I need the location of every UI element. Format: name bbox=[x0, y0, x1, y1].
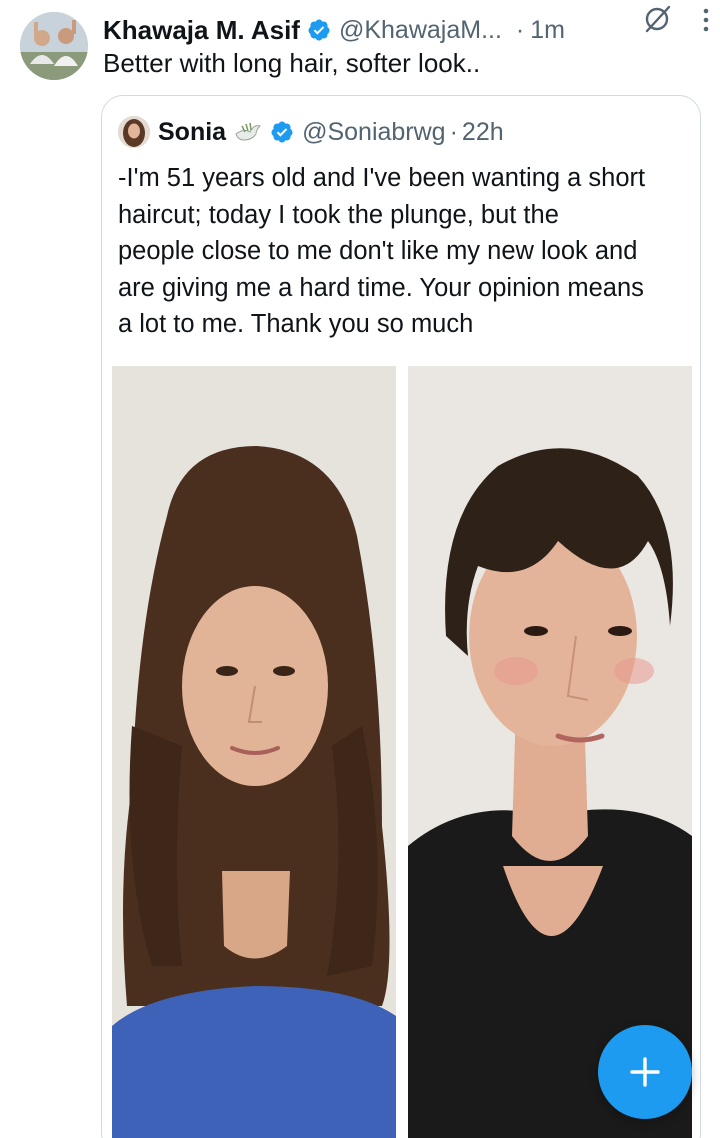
quoted-tweet-header: Sonia @Soniabrwg · 22h bbox=[118, 114, 504, 150]
photo-short-hair[interactable] bbox=[408, 366, 692, 1138]
author-name[interactable]: Khawaja M. Asif bbox=[103, 15, 300, 46]
quoted-text-line: are giving me a hard time. Your opinion … bbox=[118, 273, 644, 302]
grok-icon[interactable] bbox=[642, 4, 672, 34]
tweet-text: Better with long hair, softer look.. bbox=[103, 48, 481, 78]
author-handle[interactable]: @KhawajaM... bbox=[339, 16, 502, 45]
quoted-tweet-text: -I'm 51 years old and I've been wanting … bbox=[118, 160, 698, 343]
quoted-tweet-time[interactable]: 22h bbox=[462, 118, 504, 147]
quoted-author-handle[interactable]: @Soniabrwg bbox=[302, 118, 446, 147]
quoted-tweet[interactable]: Sonia @Soniabrwg · 22h -I'm 51 years old… bbox=[101, 95, 701, 1138]
tweet-time[interactable]: 1m bbox=[530, 16, 565, 45]
separator-dot: · bbox=[449, 117, 458, 146]
quoted-text-line: -I'm 51 years old and I've been wanting … bbox=[118, 164, 646, 192]
plus-icon bbox=[630, 1057, 660, 1087]
quoted-tweet-media[interactable] bbox=[112, 366, 692, 1138]
quoted-author-name[interactable]: Sonia bbox=[158, 118, 226, 147]
quoted-text-line: haircut; today I took the plunge, but th… bbox=[118, 200, 559, 229]
tweet-header: Khawaja M. Asif @KhawajaM... · 1m bbox=[103, 12, 700, 48]
more-vertical-icon[interactable] bbox=[696, 6, 716, 34]
photo-long-hair[interactable] bbox=[112, 366, 396, 1138]
separator-dot: · bbox=[515, 15, 525, 44]
quoted-author-avatar[interactable] bbox=[118, 116, 150, 148]
verified-badge-icon bbox=[271, 121, 293, 143]
tweet[interactable]: Khawaja M. Asif @KhawajaM... · 1m Better… bbox=[0, 0, 720, 1138]
verified-badge-icon bbox=[308, 19, 330, 41]
quoted-text-line: people close to me don't like my new loo… bbox=[118, 237, 638, 265]
dove-icon bbox=[235, 122, 262, 141]
author-avatar[interactable] bbox=[20, 12, 88, 80]
compose-button[interactable] bbox=[598, 1025, 692, 1119]
quoted-text-line: a lot to me. Thank you so much bbox=[118, 310, 474, 338]
